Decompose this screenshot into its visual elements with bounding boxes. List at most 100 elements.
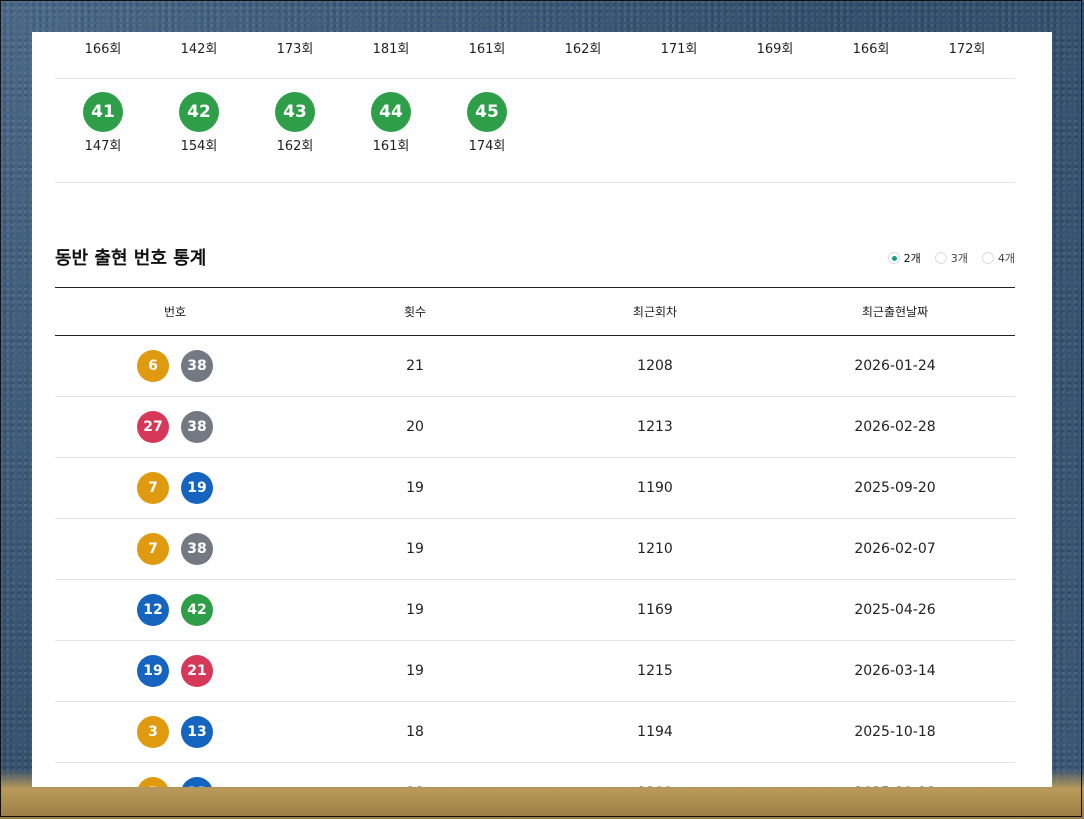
number-ball: 43: [275, 92, 315, 132]
number-pair: 19 21: [55, 655, 295, 687]
count-cell: 18: [406, 724, 424, 740]
companion-table: 번호 횟수 최근회차 최근출현날짜 6 38 21 1208 2026-01-24 27 3…: [55, 287, 1015, 787]
frequency-count: 162회: [276, 139, 314, 154]
number-ball: 19: [181, 472, 213, 504]
column-header-recent-round: 최근회차: [632, 305, 678, 319]
number-pair: 7 19: [55, 472, 295, 504]
frequency-row: 166회 142회 173회 181회 161회 162회 171회 169회 166회 172회: [55, 32, 1015, 79]
radio-button[interactable]: [934, 252, 947, 264]
recent-date-cell: 2026-02-07: [854, 541, 936, 557]
table-row: 3 13 18 1194 2025-10-18: [55, 702, 1015, 763]
recent-round-cell: 1208: [637, 358, 673, 374]
recent-round-cell: 1210: [637, 541, 673, 557]
count-cell: 19: [406, 480, 424, 496]
number-ball: 6: [137, 350, 169, 382]
number-ball: 42: [179, 92, 219, 132]
table-row: 27 38 20 1213 2026-02-28: [55, 397, 1015, 458]
content-panel: 166회 142회 173회 181회 161회 162회 171회 169회 166회 172회…: [32, 32, 1052, 787]
number-pair-cell: 3 13: [55, 716, 295, 748]
recent-date-cell: 2025-10-18: [775, 785, 1015, 787]
option-3개[interactable]: 3개: [934, 250, 968, 266]
number-ball: 12: [137, 594, 169, 626]
count-cell: 19: [406, 663, 424, 679]
number-pair: 3 13: [55, 716, 295, 748]
radio-label: 2개: [903, 252, 921, 265]
frequency-count: 162회: [564, 42, 602, 57]
frequency-count: 174회: [468, 139, 506, 154]
table-row: 6 38 21 1208 2026-01-24: [55, 336, 1015, 397]
number-ball: 7: [137, 533, 169, 565]
number-ball: 38: [181, 350, 213, 382]
frequency-count: 181회: [372, 42, 410, 57]
frequency-count: 166회: [852, 42, 890, 57]
number-ball: 3: [137, 716, 169, 748]
option-4개[interactable]: 4개: [981, 250, 1015, 266]
number-ball: 44: [371, 92, 411, 132]
recent-date-cell: 2026-03-14: [854, 663, 936, 679]
section-header: 동반 출현 번호 통계 2개 3개 4개: [55, 244, 1015, 274]
number-pair-cell: 19 21: [55, 655, 295, 687]
number-pair: 5 13: [55, 777, 295, 787]
frequency-cell: 43 162회: [247, 78, 343, 182]
radio-label: 3개: [950, 252, 968, 265]
frequency-count: 169회: [756, 42, 794, 57]
number-pair-cell: 7 19: [55, 472, 295, 504]
frequency-count: 173회: [276, 42, 314, 57]
number-ball: 13: [181, 777, 213, 787]
pair-size-options: 2개 3개 4개: [887, 250, 1015, 266]
table-row: 12 42 19 1169 2025-04-26: [55, 580, 1015, 641]
frequency-cell: 41 147회: [55, 78, 151, 182]
number-pair-cell: 5 13: [55, 777, 295, 787]
number-pair: 27 38: [55, 411, 295, 443]
recent-round-cell: 1215: [637, 663, 673, 679]
number-ball: 38: [181, 411, 213, 443]
number-pair-cell: 7 38: [55, 533, 295, 565]
table-row: 19 21 19 1215 2026-03-14: [55, 641, 1015, 702]
frequency-row: 41 147회 42 154회 43 162회 44 161회 45 174회: [55, 78, 1015, 183]
number-pair: 7 38: [55, 533, 295, 565]
frequency-count: 147회: [84, 139, 122, 154]
number-ball: 27: [137, 411, 169, 443]
frequency-count: 166회: [84, 42, 122, 57]
number-ball: 21: [181, 655, 213, 687]
recent-date-cell: 2025-09-20: [854, 480, 936, 496]
radio-button[interactable]: [887, 252, 900, 264]
recent-round-cell: 1169: [637, 602, 673, 618]
recent-date-cell: 2026-01-24: [854, 358, 936, 374]
table-row: 5 13 1812002025-10-18: [55, 763, 1015, 787]
radio-button[interactable]: [981, 252, 994, 264]
frequency-cell: 44 161회: [343, 78, 439, 182]
column-header-number: 번호: [163, 305, 187, 319]
number-ball: 38: [181, 533, 213, 565]
frequency-count: 171회: [660, 42, 698, 57]
number-pair-cell: 12 42: [55, 594, 295, 626]
recent-date-cell: 2025-10-18: [854, 724, 936, 740]
number-ball: 42: [181, 594, 213, 626]
option-2개[interactable]: 2개: [887, 250, 921, 266]
table-row: 7 38 19 1210 2026-02-07: [55, 519, 1015, 580]
column-header-recent-date: 최근출현날짜: [861, 305, 929, 319]
count-cell: 18: [295, 785, 535, 787]
frequency-count: 154회: [180, 139, 218, 154]
recent-round-cell: 1213: [637, 419, 673, 435]
recent-date-cell: 2025-04-26: [854, 602, 936, 618]
count-cell: 19: [406, 541, 424, 557]
recent-round-cell: 1190: [637, 480, 673, 496]
frequency-cell: 42 154회: [151, 78, 247, 182]
number-pair: 6 38: [55, 350, 295, 382]
recent-round-cell: 1200: [535, 785, 775, 787]
number-ball: 19: [137, 655, 169, 687]
count-cell: 21: [406, 358, 424, 374]
number-pair-cell: 27 38: [55, 411, 295, 443]
number-ball: 41: [83, 92, 123, 132]
table-header: 번호 횟수 최근회차 최근출현날짜: [55, 287, 1015, 336]
number-ball: 5: [137, 777, 169, 787]
frequency-count: 142회: [180, 42, 218, 57]
number-pair-cell: 6 38: [55, 350, 295, 382]
number-ball: 45: [467, 92, 507, 132]
recent-round-cell: 1194: [637, 724, 673, 740]
section-title: 동반 출현 번호 통계: [55, 248, 207, 269]
table-row: 7 19 19 1190 2025-09-20: [55, 458, 1015, 519]
recent-date-cell: 2026-02-28: [854, 419, 936, 435]
table-body: 6 38 21 1208 2026-01-24 27 38 20 1213 2026-02-28 7…: [55, 336, 1015, 787]
